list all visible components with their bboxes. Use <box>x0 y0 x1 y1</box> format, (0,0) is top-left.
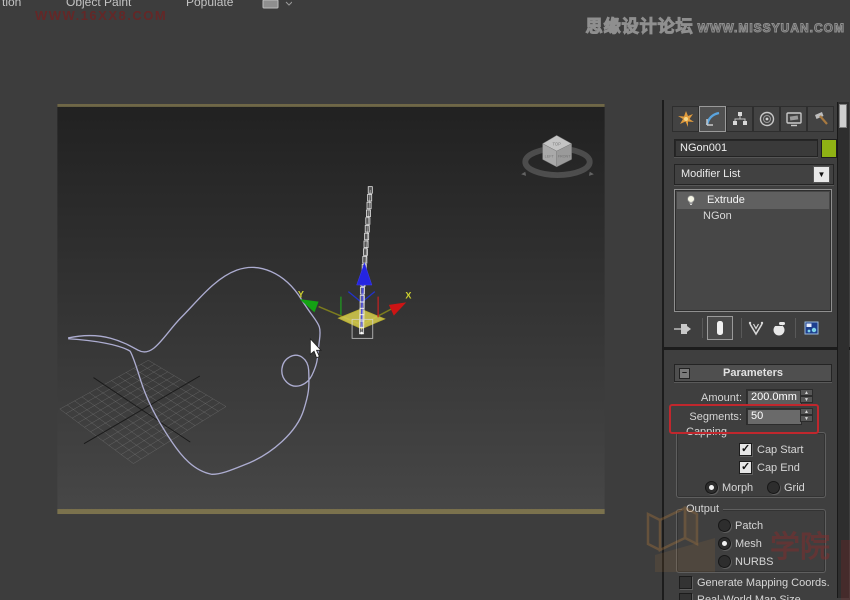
remove-modifier-icon <box>770 321 788 337</box>
ribbon-tab-populate[interactable]: Populate <box>186 0 233 9</box>
tab-display[interactable] <box>780 106 807 132</box>
rollout-title: Parameters <box>723 367 783 379</box>
amount-label: Amount: <box>670 392 742 404</box>
display-monitor-icon <box>785 110 803 128</box>
tab-motion[interactable] <box>753 106 780 132</box>
3dsmax-window: tion Object Paint Populate WWW.16XX8.COM… <box>0 0 850 600</box>
viewport-border-bottom <box>57 509 604 514</box>
panel-scrollbar[interactable] <box>837 102 849 598</box>
tab-create[interactable] <box>672 106 699 132</box>
generate-mapping-checkbox[interactable] <box>679 576 692 589</box>
mesh-radio[interactable] <box>718 537 731 550</box>
object-color-swatch[interactable] <box>821 139 837 158</box>
generate-mapping-label: Generate Mapping Coords. <box>697 577 830 589</box>
watermark-missyuan: 思缘设计论坛 WWW.MISSYUAN.COM <box>555 12 845 37</box>
cap-start-checkbox[interactable] <box>739 443 752 456</box>
patch-label: Patch <box>735 520 763 532</box>
configure-modifier-sets-button[interactable] <box>800 317 824 339</box>
grid-radio[interactable] <box>767 481 780 494</box>
watermark-missyuan-url: WWW.MISSYUAN.COM <box>698 21 845 35</box>
segments-highlight-annotation <box>669 404 819 434</box>
utilities-hammer-icon <box>812 110 830 128</box>
parameters-rollout-header[interactable]: – Parameters <box>674 364 832 382</box>
panel-scrollbar-thumb[interactable] <box>839 104 847 128</box>
stack-item-label: Extrude <box>707 194 745 206</box>
show-end-result-icon <box>714 320 726 336</box>
remove-modifier-button[interactable] <box>767 318 791 340</box>
nurbs-radio[interactable] <box>718 555 731 568</box>
viewcube-top-label: TOP <box>552 141 561 146</box>
viewport[interactable]: TOP LEFT FRONT Y X <box>0 104 662 600</box>
hierarchy-icon <box>731 110 749 128</box>
modifier-list-arrow[interactable]: ▼ <box>813 166 830 183</box>
morph-radio[interactable] <box>705 481 718 494</box>
pin-icon <box>674 321 694 337</box>
watermark-missyuan-name: 思缘设计论坛 <box>586 17 694 36</box>
make-unique-icon <box>747 321 765 337</box>
nurbs-label: NURBS <box>735 556 774 568</box>
viewport-border-top <box>57 104 604 107</box>
cap-end-label: Cap End <box>757 462 800 474</box>
cap-end-checkbox[interactable] <box>739 461 752 474</box>
tab-hierarchy[interactable] <box>726 106 753 132</box>
watermark-16xx8: WWW.16XX8.COM <box>35 8 167 23</box>
grid-label: Grid <box>784 482 805 494</box>
command-panel: NGon001 Modifier List ▼ Extrude NGon <box>662 100 850 600</box>
modifier-list-dropdown[interactable]: Modifier List <box>674 164 834 185</box>
morph-label: Morph <box>722 482 753 494</box>
real-world-label: Real-World Map Size <box>697 594 801 600</box>
pivot-dot <box>360 332 363 335</box>
ribbon-monitor-icon[interactable] <box>262 0 292 10</box>
mesh-label: Mesh <box>735 538 762 550</box>
show-end-result-button[interactable] <box>707 316 733 340</box>
tab-utilities[interactable] <box>807 106 834 132</box>
stack-item-ngon[interactable]: NGon <box>677 208 829 225</box>
modifier-enabled-bulb-icon[interactable] <box>685 194 697 206</box>
amount-value-field[interactable]: 200.0mm <box>746 389 802 405</box>
stack-item-label: NGon <box>703 210 732 222</box>
object-name-field[interactable]: NGon001 <box>674 139 818 157</box>
output-title: Output <box>682 503 723 515</box>
make-unique-button[interactable] <box>744 318 768 340</box>
stack-item-extrude[interactable]: Extrude <box>677 192 829 209</box>
axis-label-x: X <box>405 290 411 300</box>
motion-wheel-icon <box>758 110 776 128</box>
tab-modify[interactable] <box>699 106 726 132</box>
modifier-stack[interactable]: Extrude NGon <box>674 189 832 312</box>
viewport-background[interactable] <box>57 104 604 514</box>
amount-spinner[interactable]: ▲▼ <box>800 389 813 403</box>
configure-sets-icon <box>803 320 821 337</box>
rollout-collapse-icon[interactable]: – <box>679 368 690 379</box>
viewcube-left-label: LEFT <box>545 155 555 159</box>
ribbon-tab-partial[interactable]: tion <box>2 0 21 9</box>
real-world-checkbox[interactable] <box>679 593 692 600</box>
viewcube-front-label: FRONT <box>558 155 572 159</box>
axis-label-y: Y <box>298 289 304 299</box>
cap-start-label: Cap Start <box>757 444 803 456</box>
pin-stack-button[interactable] <box>672 318 696 340</box>
modify-curve-icon <box>707 113 719 125</box>
patch-radio[interactable] <box>718 519 731 532</box>
